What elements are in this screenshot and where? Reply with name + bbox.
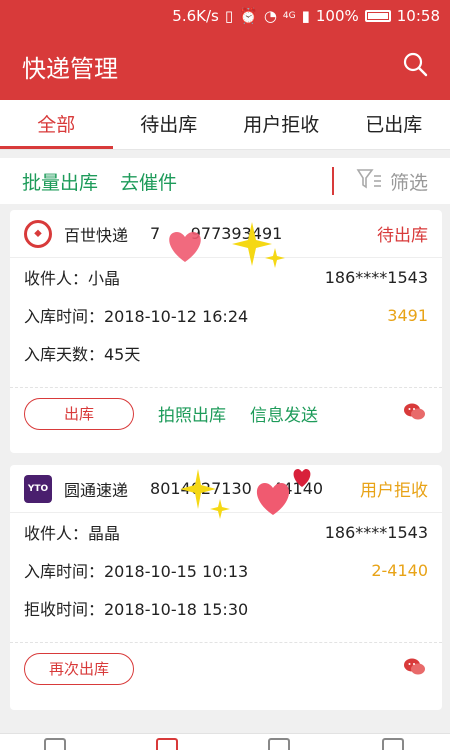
days-row: 入库天数：45天 xyxy=(10,334,442,372)
app-bar: 快递管理 xyxy=(0,32,450,100)
card-footer: 出库 拍照出库 信息发送 xyxy=(10,387,442,439)
intake-time: 入库时间：2018-10-12 16:24 xyxy=(24,307,249,326)
intake-time: 入库时间：2018-10-15 10:13 xyxy=(24,562,249,581)
search-icon[interactable] xyxy=(402,51,428,81)
tab-all[interactable]: 全部 xyxy=(0,100,113,149)
recipient-phone: 186****1543 xyxy=(324,267,428,287)
batch-out-link[interactable]: 批量出库 xyxy=(22,168,98,195)
tab-bar: 全部 待出库 用户拒收 已出库 xyxy=(0,100,450,150)
tab-delivered[interactable]: 已出库 xyxy=(338,100,450,149)
clock: 10:58 xyxy=(396,7,440,25)
page-title: 快递管理 xyxy=(22,54,118,83)
card-footer: 再次出库 xyxy=(10,642,442,694)
storage-days: 入库天数：45天 xyxy=(24,345,141,364)
parcels-icon[interactable] xyxy=(156,738,178,750)
status-badge: 待出库 xyxy=(377,226,428,246)
recheckout-button[interactable]: 再次出库 xyxy=(24,652,134,685)
wechat-icon[interactable] xyxy=(402,399,428,429)
intake-time-row: 入库时间：2018-10-15 10:13 2-4140 xyxy=(10,551,442,589)
heart-sparkle-sticker-icon xyxy=(169,222,285,268)
alarm-icon: ⏰ xyxy=(239,7,258,25)
yto-express-logo-icon: YTO xyxy=(24,474,52,503)
send-message-link[interactable]: 信息发送 xyxy=(250,401,318,426)
best-express-logo-icon: ⬥ xyxy=(24,219,52,248)
filter-label: 筛选 xyxy=(389,171,428,194)
network-speed: 5.6K/s xyxy=(172,7,219,25)
profile-icon[interactable] xyxy=(382,738,404,750)
checkout-button[interactable]: 出库 xyxy=(24,397,134,430)
tab-pending-out[interactable]: 待出库 xyxy=(113,100,226,149)
heart-sparkle-sticker-icon xyxy=(180,469,311,519)
rejection-time-row: 拒收时间：2018-10-18 15:30 xyxy=(10,589,442,627)
status-bar: 5.6K/s ▯ ⏰ ◔ 4G ▮ 100% 10:58 xyxy=(0,0,450,32)
courier-name: 百世快递 xyxy=(64,225,129,245)
wechat-icon[interactable] xyxy=(402,654,428,684)
battery-icon xyxy=(364,10,391,22)
network-type: 4G xyxy=(282,11,296,21)
wifi-icon: ◔ xyxy=(263,7,277,25)
filter-button[interactable]: 筛选 xyxy=(356,168,428,195)
pickup-code: 2-4140 xyxy=(371,560,428,580)
courier-name: 圆通速递 xyxy=(64,480,129,500)
rejection-time: 拒收时间：2018-10-18 15:30 xyxy=(24,600,249,619)
recipient-phone: 186****1543 xyxy=(324,522,428,542)
stats-icon[interactable] xyxy=(268,738,290,750)
divider xyxy=(331,167,334,195)
home-icon[interactable] xyxy=(44,738,66,750)
filter-icon xyxy=(356,168,382,195)
status-badge: 用户拒收 xyxy=(360,481,428,501)
recipient-name: 收件人：晶晶 xyxy=(24,524,121,543)
vibrate-icon: ▯ xyxy=(224,7,234,25)
intake-time-row: 入库时间：2018-10-12 16:24 3491 xyxy=(10,296,442,334)
bottom-nav xyxy=(0,733,450,750)
signal-icon: ▮ xyxy=(301,7,310,25)
urge-link[interactable]: 去催件 xyxy=(120,168,177,195)
battery-percent: 100% xyxy=(315,7,359,25)
pickup-code: 3491 xyxy=(387,305,428,325)
photo-checkout-link[interactable]: 拍照出库 xyxy=(158,401,226,426)
tab-rejected[interactable]: 用户拒收 xyxy=(225,100,338,149)
action-bar: 批量出库 去催件 筛选 xyxy=(0,158,450,204)
